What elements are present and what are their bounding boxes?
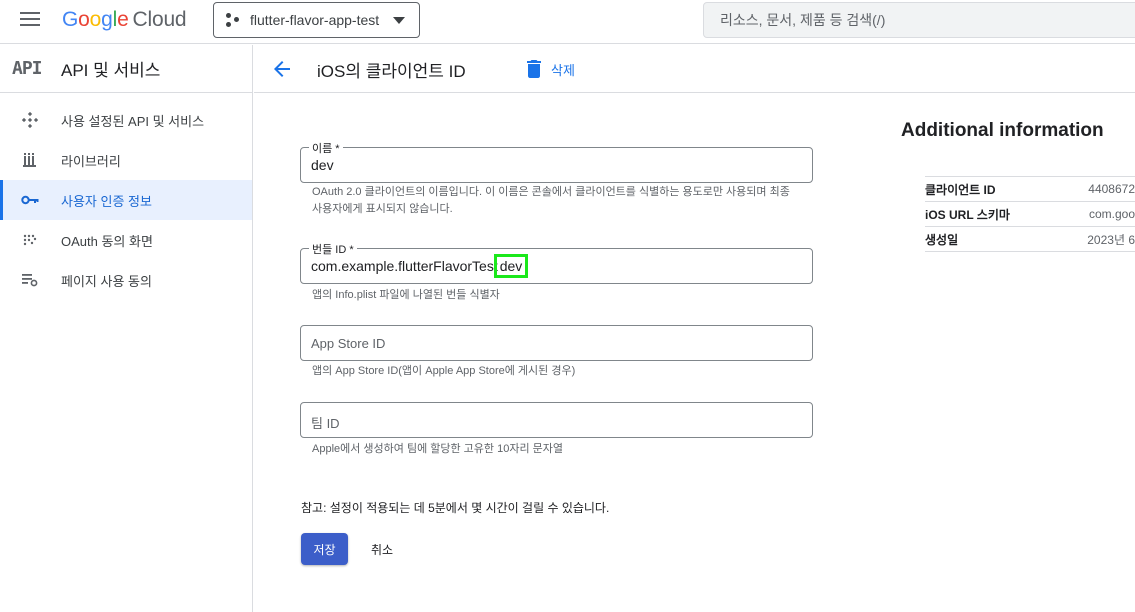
save-button[interactable]: 저장	[301, 533, 348, 565]
info-row: 클라이언트 ID 4408672	[925, 177, 1135, 202]
team-id-field[interactable]: 팀 ID	[300, 402, 813, 438]
search-input[interactable]: 리소스, 문서, 제품 등 검색(/)	[703, 2, 1135, 38]
menu-icon[interactable]	[20, 12, 40, 30]
page-header: iOS의 클라이언트 ID 삭제	[254, 45, 1135, 93]
bundle-id-hint: 앱의 Info.plist 파일에 나열된 번들 식별자	[312, 289, 500, 301]
team-id-placeholder: 팀 ID	[311, 416, 340, 431]
sidebar-item-credentials[interactable]: 사용자 인증 정보	[0, 180, 252, 220]
bundle-id-prefix: com.example.flutterFlavorTest	[311, 258, 498, 274]
sidebar-header: API API 및 서비스	[0, 45, 252, 93]
brand-cloud: Cloud	[132, 8, 187, 31]
name-hint: OAuth 2.0 클라이언트의 이름입니다. 이 이름은 콘솔에서 클라이언트…	[312, 186, 790, 215]
app-store-id-placeholder: App Store ID	[311, 336, 386, 351]
team-id-hint: Apple에서 생성하여 팀에 할당한 고유한 10자리 문자열	[312, 443, 563, 455]
sidebar-item-label: 사용자 인증 정보	[61, 193, 152, 209]
sidebar-item-enabled-apis[interactable]: 사용 설정된 API 및 서비스	[0, 100, 252, 140]
sidebar-item-label: 페이지 사용 동의	[61, 273, 152, 289]
info-key: 생성일	[925, 232, 959, 247]
delete-button[interactable]: 삭제	[527, 57, 575, 81]
back-arrow-icon[interactable]	[270, 57, 294, 81]
project-selector[interactable]: flutter-flavor-app-test	[213, 2, 420, 38]
info-value: 4408672	[1088, 182, 1135, 196]
project-name: flutter-flavor-app-test	[250, 12, 380, 28]
google-cloud-logo[interactable]: Google Cloud	[62, 8, 187, 32]
settings-note: 참고: 설정이 적용되는 데 5분에서 몇 시간이 걸릴 수 있습니다.	[301, 501, 610, 515]
sidebar-item-library[interactable]: 라이브러리	[0, 140, 252, 180]
library-icon	[20, 150, 40, 170]
info-row: 생성일 2023년 6	[925, 227, 1135, 252]
api-logo-icon: API	[12, 58, 43, 79]
bundle-id-suffix-highlight: dev	[493, 254, 529, 278]
info-value: com.goo	[1088, 207, 1135, 221]
delete-label: 삭제	[551, 62, 575, 78]
app-store-id-hint: 앱의 App Store ID(앱이 Apple App Store에 게시된 …	[312, 365, 576, 377]
top-bar: Google Cloud flutter-flavor-app-test 리소스,…	[0, 0, 1135, 44]
sidebar-item-label: 라이브러리	[61, 153, 121, 169]
sidebar-item-oauth-consent[interactable]: OAuth 동의 화면	[0, 220, 252, 260]
cancel-button[interactable]: 취소	[371, 541, 393, 558]
page-title: iOS의 클라이언트 ID	[317, 62, 466, 81]
caret-down-icon	[393, 17, 405, 24]
api-icon	[20, 110, 40, 130]
name-field-value: dev	[311, 157, 334, 173]
additional-info-table: 클라이언트 ID 4408672 iOS URL 스키마 com.goo 생성일…	[925, 176, 1135, 252]
sidebar: API API 및 서비스 사용 설정된 API 및 서비스 라이브러리 사용자…	[0, 45, 253, 612]
app-store-id-field[interactable]: App Store ID	[300, 325, 813, 361]
sidebar-item-label: OAuth 동의 화면	[61, 233, 153, 249]
settings-list-icon	[20, 270, 40, 290]
info-row: iOS URL 스키마 com.goo	[925, 202, 1135, 227]
project-dots-icon	[226, 13, 240, 27]
bundle-id-value: com.example.flutterFlavorTest dev	[311, 254, 529, 278]
trash-icon	[527, 60, 541, 78]
key-icon	[20, 190, 40, 210]
name-field[interactable]: 이름 * dev	[300, 140, 813, 183]
sidebar-title: API 및 서비스	[61, 61, 161, 80]
name-field-label: 이름 *	[309, 140, 343, 156]
bundle-id-field[interactable]: 번들 ID * com.example.flutterFlavorTest dev	[300, 241, 813, 284]
sidebar-item-label: 사용 설정된 API 및 서비스	[61, 113, 205, 129]
sidebar-item-page-usage-agreements[interactable]: 페이지 사용 동의	[0, 260, 252, 300]
bundle-id-field-label: 번들 ID *	[309, 241, 357, 257]
info-key: iOS URL 스키마	[925, 207, 1010, 222]
info-key: 클라이언트 ID	[925, 182, 996, 197]
consent-icon	[20, 230, 40, 250]
additional-info-title: Additional information	[901, 120, 1104, 141]
info-value: 2023년 6	[1087, 232, 1135, 247]
